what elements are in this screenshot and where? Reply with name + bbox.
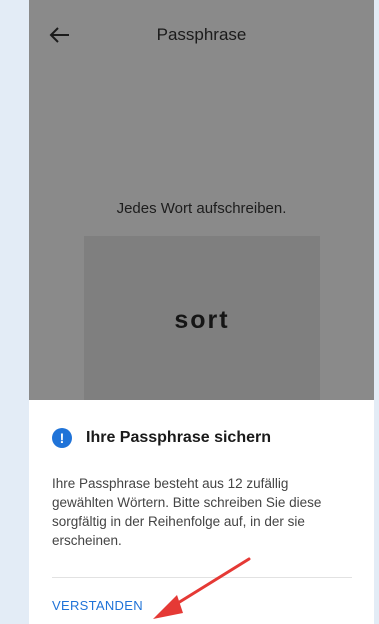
backup-dialog: ! Ihre Passphrase sichern Ihre Passphras… — [29, 400, 374, 624]
annotation-arrow-icon — [153, 557, 251, 619]
instruction-text: Jedes Wort aufschreiben. — [116, 200, 287, 217]
page-title: Passphrase — [156, 25, 247, 44]
current-word: sort — [174, 306, 230, 334]
dialog-header: ! Ihre Passphrase sichern — [52, 428, 271, 448]
dimmed-background: Passphrase Jedes Wort aufschreiben. sort — [29, 0, 374, 400]
confirm-button[interactable]: VERSTANDEN — [52, 598, 143, 613]
dialog-title: Ihre Passphrase sichern — [86, 429, 271, 446]
phone-screen: Passphrase Jedes Wort aufschreiben. sort… — [29, 0, 374, 624]
word-card: sort — [84, 236, 320, 400]
dialog-body: Ihre Passphrase besteht aus 12 zufällig … — [52, 476, 322, 548]
info-icon: ! — [52, 428, 72, 448]
